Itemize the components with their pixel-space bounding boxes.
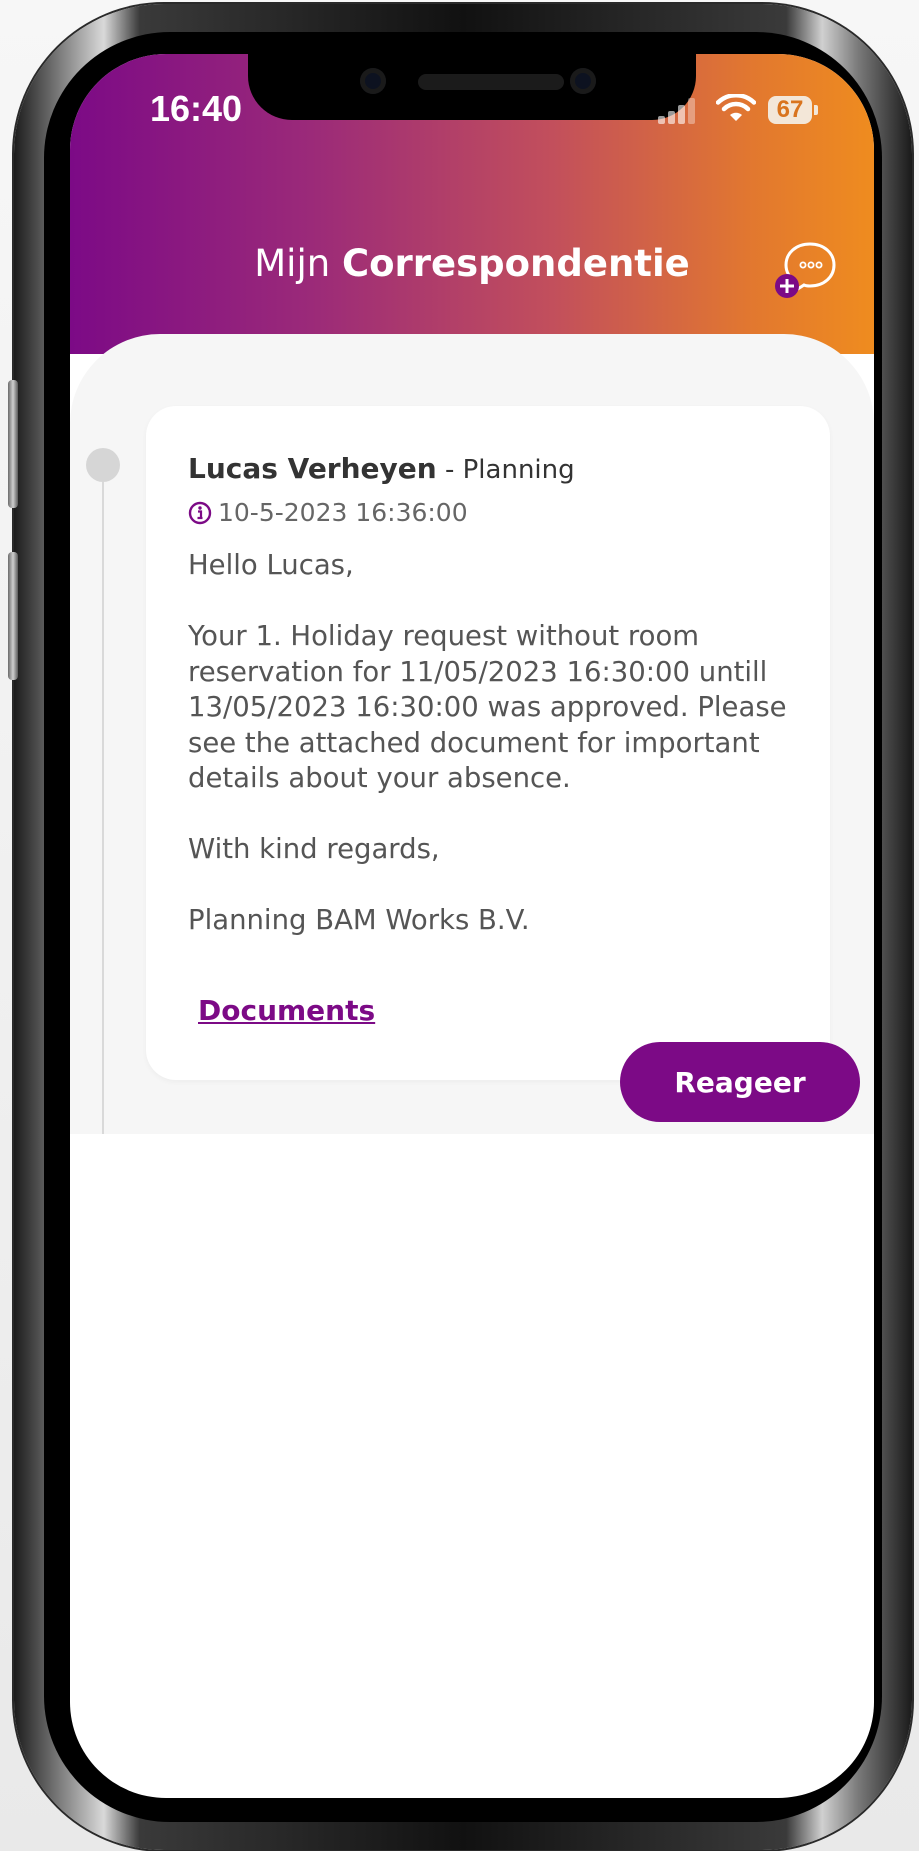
reply-button[interactable]: Reageer [620, 1042, 860, 1122]
timeline-dot [86, 448, 120, 482]
message-paragraph: Your 1. Holiday request without room res… [188, 620, 787, 794]
message-timestamp: 10-5-2023 16:36:00 [188, 498, 468, 527]
status-time: 16:40 [150, 88, 243, 129]
camera-icon [360, 68, 386, 94]
battery-indicator: 67 [768, 96, 812, 124]
chat-plus-icon [775, 242, 836, 298]
wifi-icon [716, 94, 756, 121]
timestamp-text: 10-5-2023 16:36:00 [218, 498, 468, 527]
new-message-button[interactable] [774, 240, 840, 302]
info-icon [188, 501, 212, 524]
message-paragraph: Hello Lucas, [188, 549, 354, 581]
message-card: Lucas Verheyen - Planning 10-5-2023 16:3… [146, 406, 830, 1080]
page-title: Mijn Correspondentie [70, 242, 874, 285]
sensor-icon [570, 68, 596, 94]
message-paragraph: With kind regards, [188, 833, 440, 865]
timeline-line [102, 482, 104, 1134]
volume-down-button [8, 552, 18, 680]
message-body: Hello Lucas, Your 1. Holiday request wit… [188, 548, 808, 974]
sender-department: - Planning [436, 455, 575, 485]
page-title-light: Mijn [254, 242, 331, 285]
app-screen: 16:40 67 Mijn Correspondentie Lucas Verh… [70, 54, 874, 1798]
signal-icon [658, 98, 698, 124]
notch [248, 54, 696, 120]
volume-up-button [8, 380, 18, 508]
sender-name: Lucas Verheyen [188, 452, 437, 485]
message-sender: Lucas Verheyen - Planning [188, 452, 575, 485]
message-paragraph: Planning BAM Works B.V. [188, 904, 530, 936]
documents-link[interactable]: Documents [198, 994, 375, 1027]
page-title-bold: Correspondentie [341, 242, 690, 285]
correspondence-list: Lucas Verheyen - Planning 10-5-2023 16:3… [70, 334, 874, 1134]
speaker-grille [418, 74, 564, 90]
battery-tip [814, 105, 818, 115]
